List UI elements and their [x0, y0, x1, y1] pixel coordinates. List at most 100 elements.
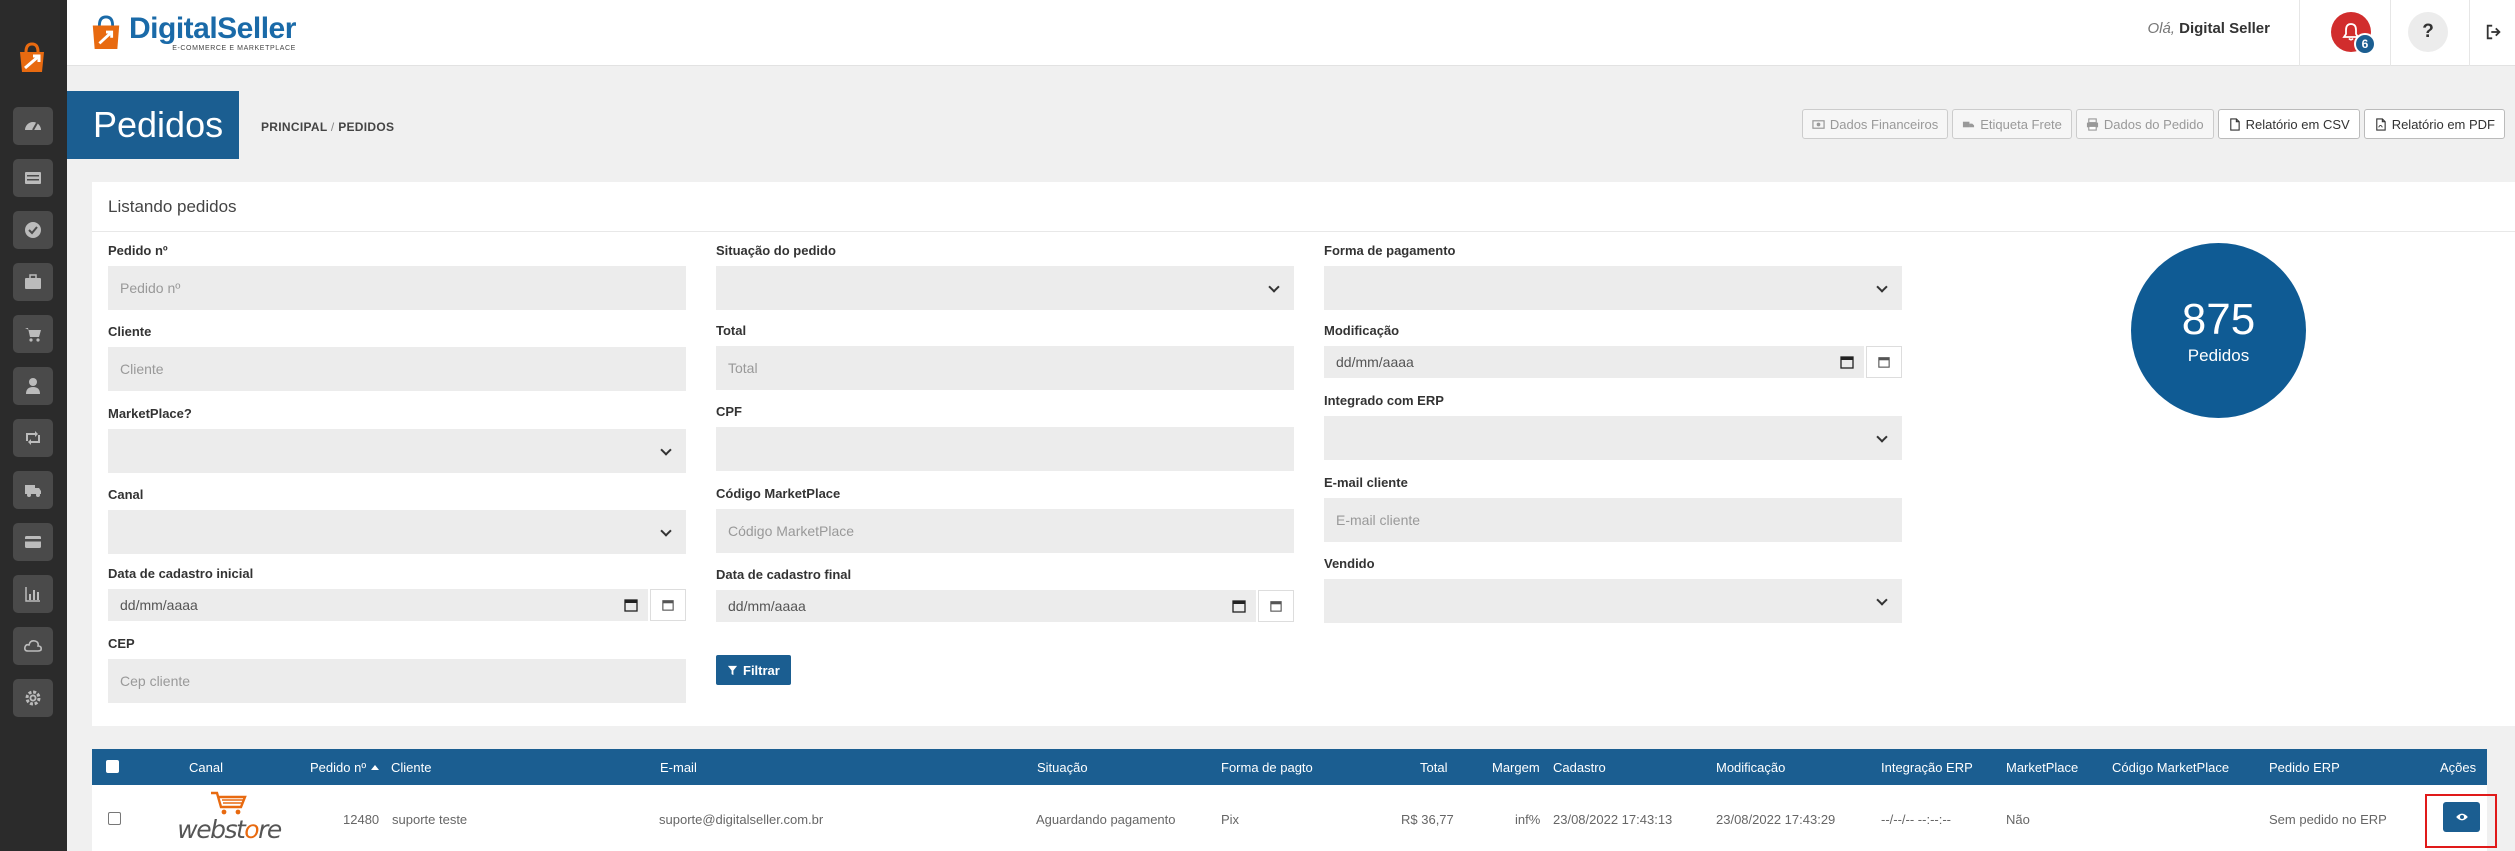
brand-logo[interactable]: DigitalSeller E-COMMERCE E MARKETPLACE [89, 8, 296, 58]
file-icon [2229, 117, 2240, 131]
sidebar [0, 0, 67, 851]
col-order-no-label: Pedido nº [310, 760, 367, 775]
col-margin[interactable]: Margem [1492, 760, 1540, 775]
briefcase-icon[interactable] [13, 263, 53, 301]
truck-icon[interactable] [13, 471, 53, 509]
view-order-button[interactable] [2443, 802, 2480, 832]
col-channel[interactable]: Canal [189, 760, 223, 775]
webstore-text-b: st [224, 815, 245, 844]
cell-status: Aguardando pagamento [1036, 812, 1176, 827]
order-no-label: Pedido nº [108, 243, 168, 258]
notification-count-badge: 6 [2354, 33, 2376, 55]
order-no-input[interactable]: Pedido nº [108, 266, 686, 310]
page-title: Pedidos [67, 91, 239, 159]
select-all-checkbox[interactable] [106, 760, 119, 773]
logout-icon [2486, 24, 2501, 40]
order-data-label: Dados do Pedido [2103, 116, 2204, 132]
gear-icon[interactable] [13, 679, 53, 717]
col-registered[interactable]: Cadastro [1553, 760, 1606, 775]
help-button[interactable]: ? [2408, 12, 2448, 52]
orders-filter-panel: Listando pedidos Pedido nº Pedido nº Cli… [92, 182, 2515, 726]
shipping-label-button[interactable]: Etiqueta Frete [1952, 109, 2072, 139]
cell-email: suporte@digitalseller.com.br [659, 812, 824, 827]
orders-count: 875 [2181, 294, 2256, 344]
status-select[interactable] [716, 266, 1294, 310]
brand-name-part1: Digital [129, 12, 218, 45]
register-start-calendar-button[interactable] [650, 589, 686, 621]
cep-input[interactable]: Cep cliente [108, 659, 686, 703]
cloud-icon[interactable] [13, 627, 53, 665]
filter-marketplace: MarketPlace? [108, 406, 686, 473]
col-status[interactable]: Situação [1037, 760, 1088, 775]
cpf-label: CPF [716, 404, 742, 419]
filter-client-email: E-mail cliente E-mail cliente [1324, 475, 1902, 542]
sort-asc-icon [371, 765, 380, 770]
cart-icon[interactable] [13, 315, 53, 353]
bar-chart-icon[interactable] [13, 575, 53, 613]
calendar-icon [662, 600, 674, 611]
row-checkbox[interactable] [108, 812, 121, 825]
register-end-calendar-button[interactable] [1258, 590, 1294, 622]
filter-modified: Modificação dd/mm/aaaa [1324, 323, 1902, 378]
col-erp-order[interactable]: Pedido ERP [2269, 760, 2340, 775]
list-icon[interactable] [13, 159, 53, 197]
credit-card-icon[interactable] [13, 523, 53, 561]
logout-button[interactable] [2482, 20, 2506, 44]
erp-integrated-select[interactable] [1324, 416, 1902, 460]
col-client[interactable]: Cliente [391, 760, 431, 775]
orders-table: Canal Pedido nº Cliente E-mail Situação … [92, 749, 2497, 851]
order-data-button[interactable]: Dados do Pedido [2075, 109, 2214, 139]
marketplace-select[interactable] [108, 429, 686, 473]
col-payment[interactable]: Forma de pagto [1221, 760, 1313, 775]
sold-select[interactable] [1324, 579, 1902, 623]
modified-label: Modificação [1324, 323, 1400, 338]
filter-register-end: Data de cadastro final dd/mm/aaaa [716, 567, 1294, 622]
client-email-input[interactable]: E-mail cliente [1324, 498, 1902, 542]
pdf-report-button[interactable]: Relatório em PDF [2363, 109, 2505, 139]
register-end-date-input[interactable]: dd/mm/aaaa [716, 590, 1256, 622]
cell-client: suporte teste [392, 812, 468, 827]
shipping-label-text: Etiqueta Frete [1980, 116, 2062, 132]
header-divider [2390, 0, 2391, 66]
client-input[interactable]: Cliente [108, 347, 686, 391]
modified-calendar-button[interactable] [1866, 346, 1902, 378]
col-order-no[interactable]: Pedido nº [310, 760, 380, 775]
marketplace-code-input[interactable]: Código MarketPlace [716, 509, 1294, 553]
check-circle-icon[interactable] [13, 211, 53, 249]
filter-register-start: Data de cadastro inicial dd/mm/aaaa [108, 566, 686, 621]
user-icon[interactable] [13, 367, 53, 405]
breadcrumb-home[interactable]: PRINCIPAL [261, 120, 327, 134]
col-total[interactable]: Total [1420, 760, 1447, 775]
col-marketplace-code[interactable]: Código MarketPlace [2112, 760, 2229, 775]
col-modified[interactable]: Modificação [1716, 760, 1785, 775]
filter-cep: CEP Cep cliente [108, 636, 686, 703]
dashboard-icon[interactable] [13, 107, 53, 145]
orders-count-widget: 875 Pedidos [2131, 243, 2306, 418]
calendar-icon [1878, 357, 1890, 368]
col-erp-integration[interactable]: Integração ERP [1881, 760, 1973, 775]
register-start-date-input[interactable]: dd/mm/aaaa [108, 589, 648, 621]
filter-total: Total Total [716, 323, 1294, 390]
payment-select[interactable] [1324, 266, 1902, 310]
calendar-icon [1232, 600, 1246, 613]
cpf-input[interactable] [716, 427, 1294, 471]
header-divider [2469, 0, 2470, 66]
col-email[interactable]: E-mail [660, 760, 697, 775]
csv-report-button[interactable]: Relatório em CSV [2217, 109, 2360, 139]
modified-date-value: dd/mm/aaaa [1336, 354, 1414, 370]
retweet-icon[interactable] [13, 419, 53, 457]
notifications-button[interactable]: 6 [2331, 12, 2376, 55]
modified-date-input[interactable]: dd/mm/aaaa [1324, 346, 1864, 378]
register-end-label: Data de cadastro final [716, 567, 852, 582]
register-start-date-value: dd/mm/aaaa [120, 597, 198, 613]
cell-registered: 23/08/2022 17:43:13 [1553, 812, 1673, 827]
shopping-bag-logo-icon [92, 15, 120, 50]
status-label: Situação do pedido [716, 243, 836, 258]
col-marketplace[interactable]: MarketPlace [2006, 760, 2078, 775]
total-input[interactable]: Total [716, 346, 1294, 390]
filter-button[interactable]: Filtrar [716, 655, 791, 685]
financial-data-button[interactable]: Dados Financeiros [1801, 109, 1949, 139]
channel-select[interactable] [108, 510, 686, 554]
top-header: DigitalSeller E-COMMERCE E MARKETPLACE O… [67, 0, 2515, 66]
app-logo-icon[interactable] [12, 38, 52, 78]
